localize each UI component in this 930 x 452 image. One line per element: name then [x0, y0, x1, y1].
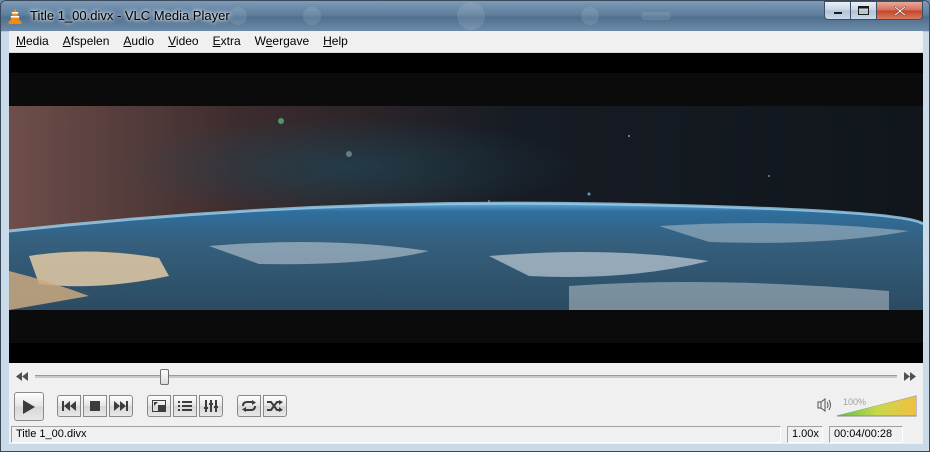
fullscreen-icon — [152, 400, 166, 412]
button-row: 100% — [9, 392, 923, 422]
letterbox-bottom — [9, 310, 923, 343]
volume-slider[interactable] — [837, 395, 917, 417]
letterbox-top — [9, 73, 923, 106]
playlist-button[interactable] — [173, 395, 197, 417]
playlist-icon — [178, 401, 192, 411]
seek-forward-icon[interactable] — [903, 372, 917, 381]
menu-afspelen[interactable]: Afspelen — [56, 31, 117, 52]
fullscreen-button[interactable] — [147, 395, 171, 417]
vlc-cone-icon — [8, 8, 22, 24]
menu-audio[interactable]: Audio — [116, 31, 161, 52]
taskbar-ghost-icon — [457, 2, 485, 30]
previous-button[interactable] — [57, 395, 81, 417]
status-media-title: Title 1_00.divx — [11, 426, 781, 443]
playback-speed[interactable]: 1.00x — [787, 426, 823, 443]
video-frame-earth-from-space — [9, 106, 923, 310]
next-icon — [114, 401, 128, 411]
extended-settings-button[interactable] — [199, 395, 223, 417]
menu-bar: Media Afspelen Audio Video Extra Weergav… — [9, 31, 923, 53]
menu-media[interactable]: Media — [9, 31, 56, 52]
close-button[interactable] — [877, 1, 923, 20]
previous-icon — [62, 401, 76, 411]
title-bar[interactable]: Title 1_00.divx - VLC Media Player — [1, 1, 929, 31]
next-button[interactable] — [109, 395, 133, 417]
shuffle-icon — [267, 400, 283, 412]
time-display[interactable]: 00:04/00:28 — [829, 426, 903, 443]
minimize-button[interactable] — [824, 1, 851, 20]
menu-extra[interactable]: Extra — [206, 31, 248, 52]
window-title: Title 1_00.divx - VLC Media Player — [30, 8, 230, 23]
menu-help[interactable]: Help — [316, 31, 355, 52]
stop-icon — [90, 401, 100, 411]
play-button[interactable] — [14, 392, 44, 421]
video-output[interactable] — [9, 53, 923, 363]
seek-backward-icon[interactable] — [15, 372, 29, 381]
menu-video[interactable]: Video — [161, 31, 205, 52]
maximize-button[interactable] — [851, 1, 877, 20]
taskbar-ghost-icon — [641, 12, 671, 20]
control-panel: 100% — [9, 363, 923, 425]
maximize-icon — [858, 6, 869, 15]
random-button[interactable] — [263, 395, 287, 417]
close-icon — [893, 5, 906, 16]
play-icon — [23, 399, 35, 414]
taskbar-ghost-icon — [581, 7, 599, 25]
seek-slider-handle[interactable] — [160, 369, 170, 385]
speaker-icon[interactable] — [817, 398, 833, 412]
minimize-icon — [833, 11, 842, 14]
loop-icon — [242, 400, 256, 412]
taskbar-ghost-icon — [303, 7, 321, 25]
loop-button[interactable] — [237, 395, 261, 417]
status-bar: Title 1_00.divx 1.00x 00:04/00:28 — [9, 425, 923, 444]
stop-button[interactable] — [83, 395, 107, 417]
vlc-window: Title 1_00.divx - VLC Media Player Media… — [0, 0, 930, 452]
extended-settings-icon — [204, 400, 218, 412]
menu-weergave[interactable]: Weergave — [248, 31, 317, 52]
taskbar-ghost-icon — [229, 7, 247, 25]
seek-row — [9, 368, 923, 385]
